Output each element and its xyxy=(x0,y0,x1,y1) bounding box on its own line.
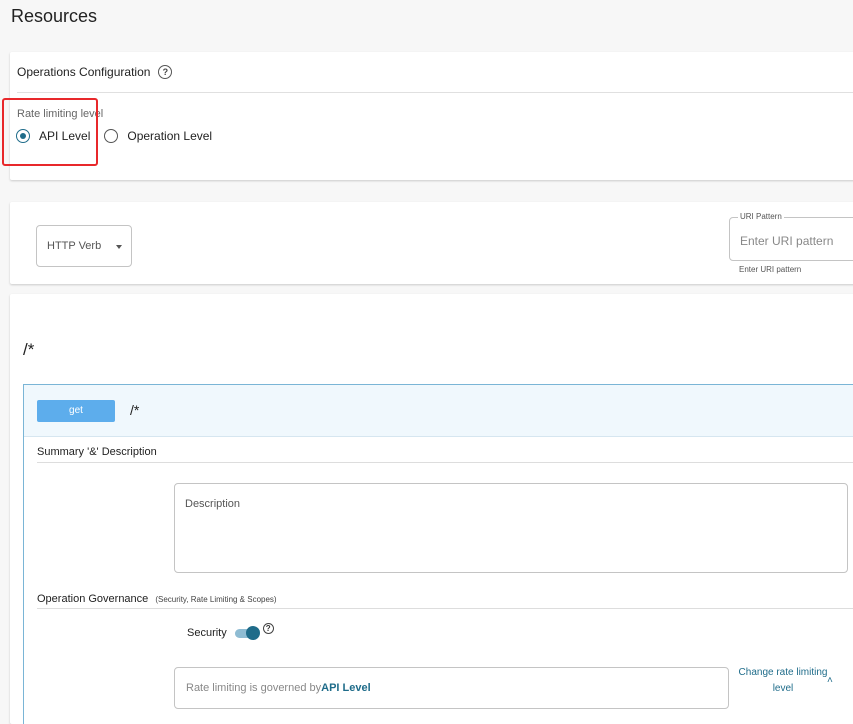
get-method-badge[interactable]: get xyxy=(37,400,115,422)
rate-limit-governed-text: Rate limiting is governed by xyxy=(186,682,322,694)
uri-pattern-legend: URI Pattern xyxy=(738,212,784,221)
resource-list-card: /* get /* Summary '&' Description Descri… xyxy=(10,294,853,724)
governance-section-title: Operation Governance (Security, Rate Lim… xyxy=(37,593,277,605)
operation-header[interactable]: get /* xyxy=(24,385,853,437)
toggle-knob xyxy=(245,625,260,640)
change-rate-limiting-level-link[interactable]: Change rate limiting level xyxy=(730,665,836,697)
divider xyxy=(37,462,853,463)
security-row: Security ? xyxy=(187,622,274,640)
resource-path-heading: /* xyxy=(23,340,35,359)
description-placeholder: Description xyxy=(185,498,241,510)
chevron-up-icon[interactable]: ˄ xyxy=(827,675,833,686)
summary-section-title: Summary '&' Description xyxy=(37,446,157,458)
governance-subtitle: (Security, Rate Limiting & Scopes) xyxy=(155,595,277,604)
http-verb-select[interactable]: HTTP Verb xyxy=(36,225,132,267)
radio-operation-level-label[interactable]: Operation Level xyxy=(127,129,212,143)
operations-config-card: Operations Configuration ? Rate limiting… xyxy=(10,52,853,180)
help-icon[interactable]: ? xyxy=(262,622,274,634)
highlight-annotation-box xyxy=(2,98,98,166)
security-label: Security xyxy=(187,627,227,639)
governance-title: Operation Governance xyxy=(37,593,149,605)
divider xyxy=(17,92,853,93)
rate-limit-api-level-link[interactable]: API Level xyxy=(321,682,371,694)
radio-operation-level[interactable] xyxy=(104,129,119,143)
uri-pattern-placeholder: Enter URI pattern xyxy=(740,234,834,248)
rate-limit-governed-field: Rate limiting is governed by API Level xyxy=(174,667,729,709)
uri-pattern-input[interactable]: URI Pattern Enter URI pattern xyxy=(729,212,853,261)
add-resource-card: HTTP Verb URI Pattern Enter URI pattern … xyxy=(10,202,853,284)
security-toggle[interactable] xyxy=(234,625,260,640)
operation-panel: get /* Summary '&' Description Descripti… xyxy=(23,384,853,724)
uri-pattern-helper: Enter URI pattern xyxy=(739,265,802,274)
operations-config-header: Operations Configuration ? xyxy=(17,65,173,79)
operation-path: /* xyxy=(130,402,140,418)
page-title: Resources xyxy=(11,6,98,26)
description-input[interactable]: Description xyxy=(174,483,848,573)
http-verb-label: HTTP Verb xyxy=(47,240,102,252)
help-icon[interactable]: ? xyxy=(158,65,173,79)
operations-config-title: Operations Configuration xyxy=(17,65,151,79)
caret-down-icon xyxy=(116,245,122,249)
divider xyxy=(37,608,853,609)
